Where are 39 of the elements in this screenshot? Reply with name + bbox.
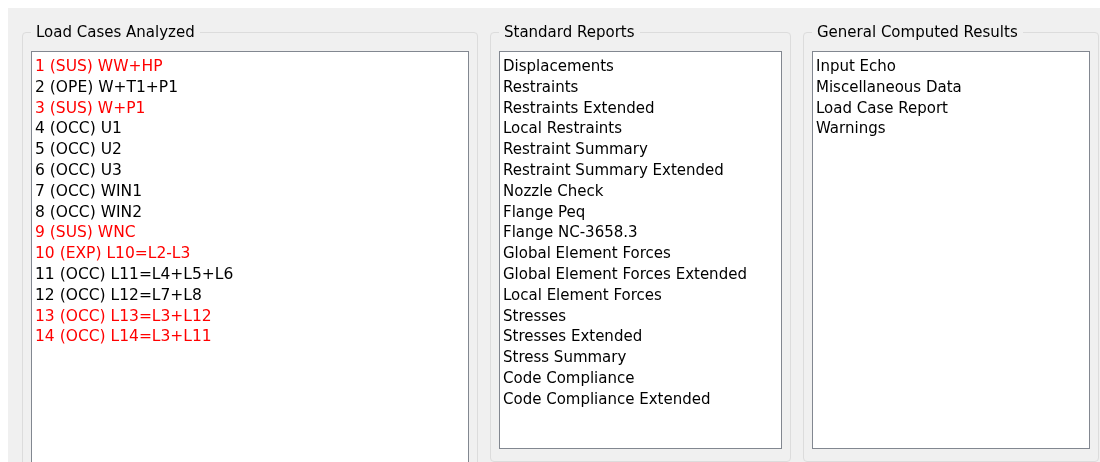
list-item[interactable]: 8 (OCC) WIN2: [35, 201, 142, 223]
list-item[interactable]: 1 (SUS) WW+HP: [35, 56, 163, 77]
list-item[interactable]: Miscellaneous Data: [816, 76, 962, 98]
list-item[interactable]: Displacements: [503, 56, 614, 77]
list-item[interactable]: Stresses Extended: [503, 326, 643, 348]
list-item[interactable]: 14 (OCC) L14=L3+L11: [35, 326, 212, 348]
list-item[interactable]: Stress Summary: [503, 347, 627, 368]
list-item[interactable]: Local Element Forces: [503, 284, 662, 306]
list-item[interactable]: 13 (OCC) L13=L3+L12: [35, 305, 212, 327]
group-title: General Computed Results: [812, 23, 1023, 41]
list-item[interactable]: 10 (EXP) L10=L2-L3: [35, 243, 191, 264]
list-item[interactable]: 9 (SUS) WNC: [35, 222, 136, 244]
list-item[interactable]: 5 (OCC) U2: [35, 139, 122, 160]
list-item[interactable]: 2 (OPE) W+T1+P1: [35, 76, 178, 98]
group-title: Standard Reports: [499, 23, 640, 41]
list-item[interactable]: Code Compliance: [503, 367, 635, 389]
list-item[interactable]: Stresses: [503, 305, 567, 327]
list-item[interactable]: Global Element Forces Extended: [503, 263, 747, 285]
list-item[interactable]: Code Compliance Extended: [503, 388, 711, 410]
list-item[interactable]: Input Echo: [816, 56, 897, 77]
list-item[interactable]: Nozzle Check: [503, 180, 604, 202]
list-item[interactable]: 7 (OCC) WIN1: [35, 180, 142, 202]
list-item[interactable]: Flange Peq: [503, 201, 586, 223]
list-item[interactable]: Flange NC-3658.3: [503, 222, 638, 244]
list-item[interactable]: 3 (SUS) W+P1: [35, 97, 146, 119]
list-item[interactable]: Restraint Summary: [503, 139, 648, 160]
list-item[interactable]: Load Case Report: [816, 97, 948, 119]
list-box[interactable]: Input Echo Miscellaneous Data Load Case Report Warnings: [812, 51, 1090, 449]
list-item[interactable]: Restraints: [503, 76, 579, 98]
list-item[interactable]: 12 (OCC) L12=L7+L8: [35, 284, 202, 306]
list-item[interactable]: Global Element Forces: [503, 243, 671, 264]
list-item[interactable]: 4 (OCC) U1: [35, 118, 122, 140]
group-title: Load Cases Analyzed: [31, 23, 200, 41]
list-item[interactable]: 6 (OCC) U3: [35, 160, 122, 181]
list-item[interactable]: 11 (OCC) L11=L4+L5+L6: [35, 263, 234, 285]
list-item[interactable]: Local Restraints: [503, 118, 623, 140]
list-item[interactable]: Restraints Extended: [503, 97, 655, 119]
list-item[interactable]: Warnings: [816, 118, 886, 140]
list-item[interactable]: Restraint Summary Extended: [503, 160, 724, 181]
